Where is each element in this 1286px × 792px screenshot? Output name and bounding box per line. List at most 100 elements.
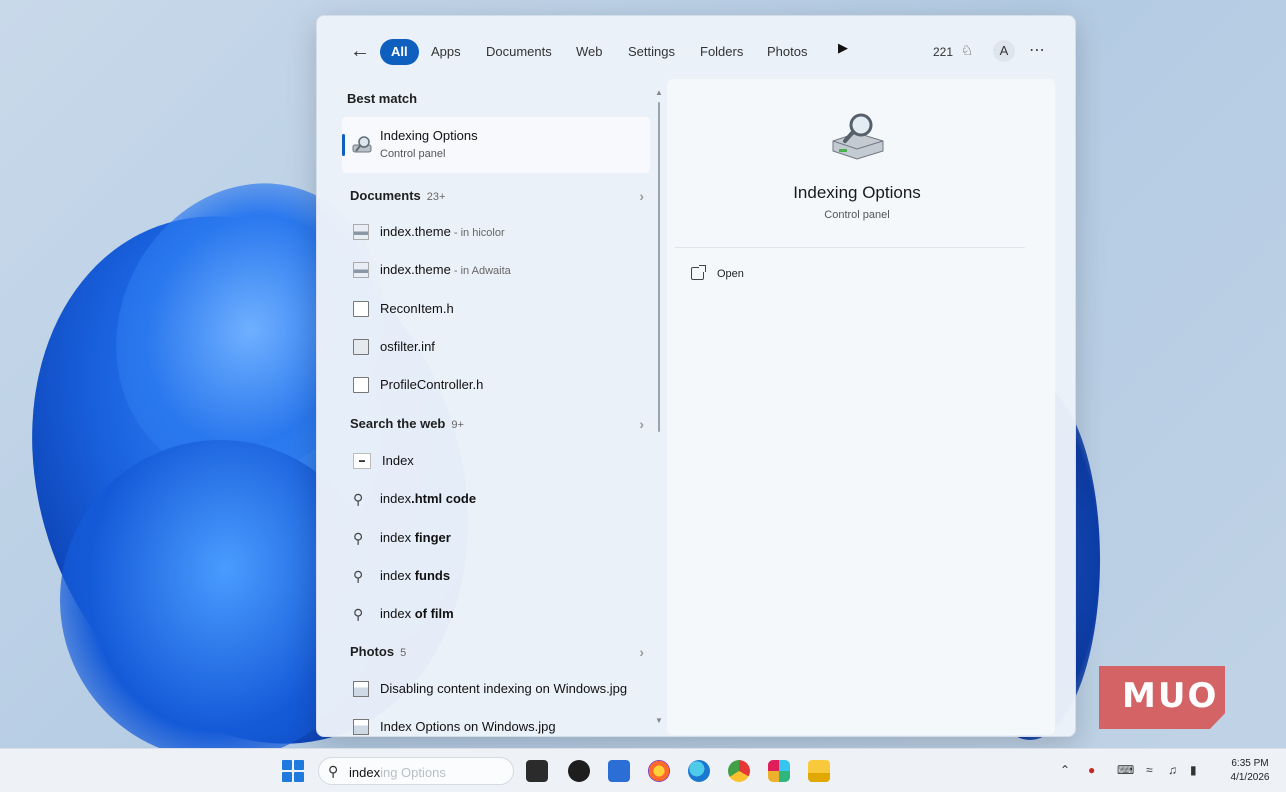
item-name: ProfileController.h (380, 377, 484, 392)
query-suffix: finger (414, 530, 451, 545)
best-match-heading: Best match (347, 91, 418, 106)
volume-icon[interactable]: ♫ (1168, 763, 1177, 777)
preview-pane: Indexing Options Control panel Open (667, 79, 1055, 735)
avatar[interactable]: A (993, 40, 1015, 62)
tab-apps[interactable]: Apps (421, 39, 471, 65)
best-match-item[interactable]: Indexing Options Control panel (342, 117, 650, 173)
slack-icon[interactable] (768, 760, 790, 782)
query-prefix: index (380, 491, 412, 506)
search-autocomplete-ghost: ing Options (380, 765, 446, 780)
tab-settings[interactable]: Settings (618, 39, 685, 65)
query-suffix: of film (414, 606, 454, 621)
search-icon: ⚲ (353, 606, 364, 622)
list-item[interactable]: ⚲ index finger (337, 522, 647, 554)
documents-heading-label: Documents (350, 188, 421, 203)
document-icon (353, 377, 369, 393)
image-file-icon (353, 681, 369, 697)
tab-folders[interactable]: Folders (690, 39, 753, 65)
search-web-heading-label: Search the web (350, 416, 446, 431)
preview-title: Indexing Options (793, 183, 921, 202)
photos-heading-label: Photos (350, 644, 395, 659)
list-item[interactable]: osfilter.inf (337, 331, 647, 363)
taskbar-search-box[interactable]: ⚲ indexing Options (318, 757, 514, 785)
tab-photos[interactable]: Photos (757, 39, 817, 65)
tab-documents[interactable]: Documents (476, 39, 562, 65)
scroll-thumb[interactable] (658, 102, 660, 432)
terminal-icon[interactable] (526, 760, 548, 782)
back-arrow-icon[interactable]: ← (349, 40, 371, 62)
theme-file-icon (353, 224, 369, 240)
item-name: osfilter.inf (380, 339, 435, 354)
query-suffix: funds (414, 568, 451, 583)
photos-heading[interactable]: Photos 5 › (350, 644, 650, 660)
best-match-title: Indexing Options (380, 128, 478, 143)
theme-file-icon (353, 262, 369, 278)
list-item[interactable]: ⚲ index of film (337, 598, 647, 630)
query-prefix: index (380, 606, 415, 621)
clock[interactable]: 6:35 PM 4/1/2026 (1222, 757, 1278, 785)
chevron-up-icon[interactable]: ⌃ (1060, 763, 1070, 777)
chevron-right-icon: › (639, 188, 644, 204)
item-location: - in hicolor (450, 227, 505, 239)
image-file-icon (353, 719, 369, 735)
file-explorer-icon[interactable] (808, 760, 830, 782)
ellipsis-icon[interactable]: ⋯ (1029, 40, 1046, 60)
item-name: index.theme (380, 224, 451, 239)
selection-indicator (342, 134, 345, 156)
open-label: Open (717, 268, 744, 280)
chevron-right-icon: › (639, 644, 644, 660)
item-name: Disabling content indexing on Windows.jp… (380, 681, 628, 696)
windows-start-icon[interactable] (282, 760, 304, 782)
more-filters-icon[interactable]: ▶ (838, 40, 848, 56)
list-item[interactable]: ProfileController.h (337, 369, 647, 401)
search-icon: ⚲ (328, 763, 339, 779)
query-suffix: .html code (411, 491, 477, 506)
chevron-right-icon: › (639, 416, 644, 432)
search-icon: ⚲ (353, 530, 364, 546)
tab-all[interactable]: All (380, 39, 419, 65)
search-web-heading[interactable]: Search the web 9+ › (350, 416, 650, 432)
item-name: Index (382, 453, 414, 468)
search-web-count: 9+ (451, 419, 464, 431)
clock-date: 4/1/2026 (1230, 772, 1270, 783)
list-item[interactable]: ▬ Index (337, 445, 647, 477)
edge-icon[interactable] (688, 760, 710, 782)
best-match-subtitle: Control panel (380, 148, 446, 160)
store-icon[interactable] (608, 760, 630, 782)
search-input[interactable]: indexing Options (349, 765, 446, 780)
query-prefix: index (380, 530, 415, 545)
photos-count: 5 (400, 647, 407, 659)
taskbar: ⚲ indexing Options ⌃ ● ⌨ ≈ ♫ ▮ 6:35 PM 4… (0, 748, 1286, 792)
settings-file-icon (353, 339, 369, 355)
documents-heading[interactable]: Documents 23+ › (350, 188, 650, 204)
obs-icon[interactable] (568, 760, 590, 782)
list-item[interactable]: Disabling content indexing on Windows.jp… (337, 673, 647, 705)
trophy-icon[interactable]: ♘ (961, 42, 974, 59)
chrome-icon[interactable] (728, 760, 750, 782)
filter-bar: ← All Apps Documents Web Settings Folder… (317, 36, 1075, 66)
clock-time: 6:35 PM (1231, 758, 1269, 769)
results-scrollbar[interactable]: ▲ ▼ (655, 88, 663, 728)
open-external-icon (691, 265, 706, 280)
scroll-down-icon[interactable]: ▼ (655, 716, 663, 725)
list-item[interactable]: index.theme - in Adwaita (337, 254, 647, 286)
keyboard-icon[interactable]: ⌨ (1117, 763, 1134, 777)
list-item[interactable]: ReconItem.h (337, 293, 647, 325)
list-item[interactable]: Index Options on Windows.jpg (337, 711, 647, 743)
battery-icon[interactable]: ▮ (1190, 763, 1197, 777)
wifi-icon[interactable]: ≈ (1146, 763, 1153, 777)
list-item[interactable]: ⚲ index funds (337, 560, 647, 592)
document-icon (353, 301, 369, 317)
rewards-count: 221 (933, 45, 954, 59)
list-item[interactable]: index.theme - in hicolor (337, 216, 647, 248)
list-item[interactable]: ⚲ index.html code (337, 483, 647, 515)
firefox-icon[interactable] (648, 760, 670, 782)
tab-web[interactable]: Web (566, 39, 613, 65)
antivirus-icon[interactable]: ● (1088, 763, 1095, 777)
query-prefix: index (380, 568, 415, 583)
item-name: index.theme (380, 262, 451, 277)
scroll-up-icon[interactable]: ▲ (655, 88, 663, 97)
item-location: - in Adwaita (450, 265, 511, 277)
muo-watermark-text: MUO (1122, 676, 1219, 716)
start-search-panel: ← All Apps Documents Web Settings Folder… (316, 15, 1076, 737)
